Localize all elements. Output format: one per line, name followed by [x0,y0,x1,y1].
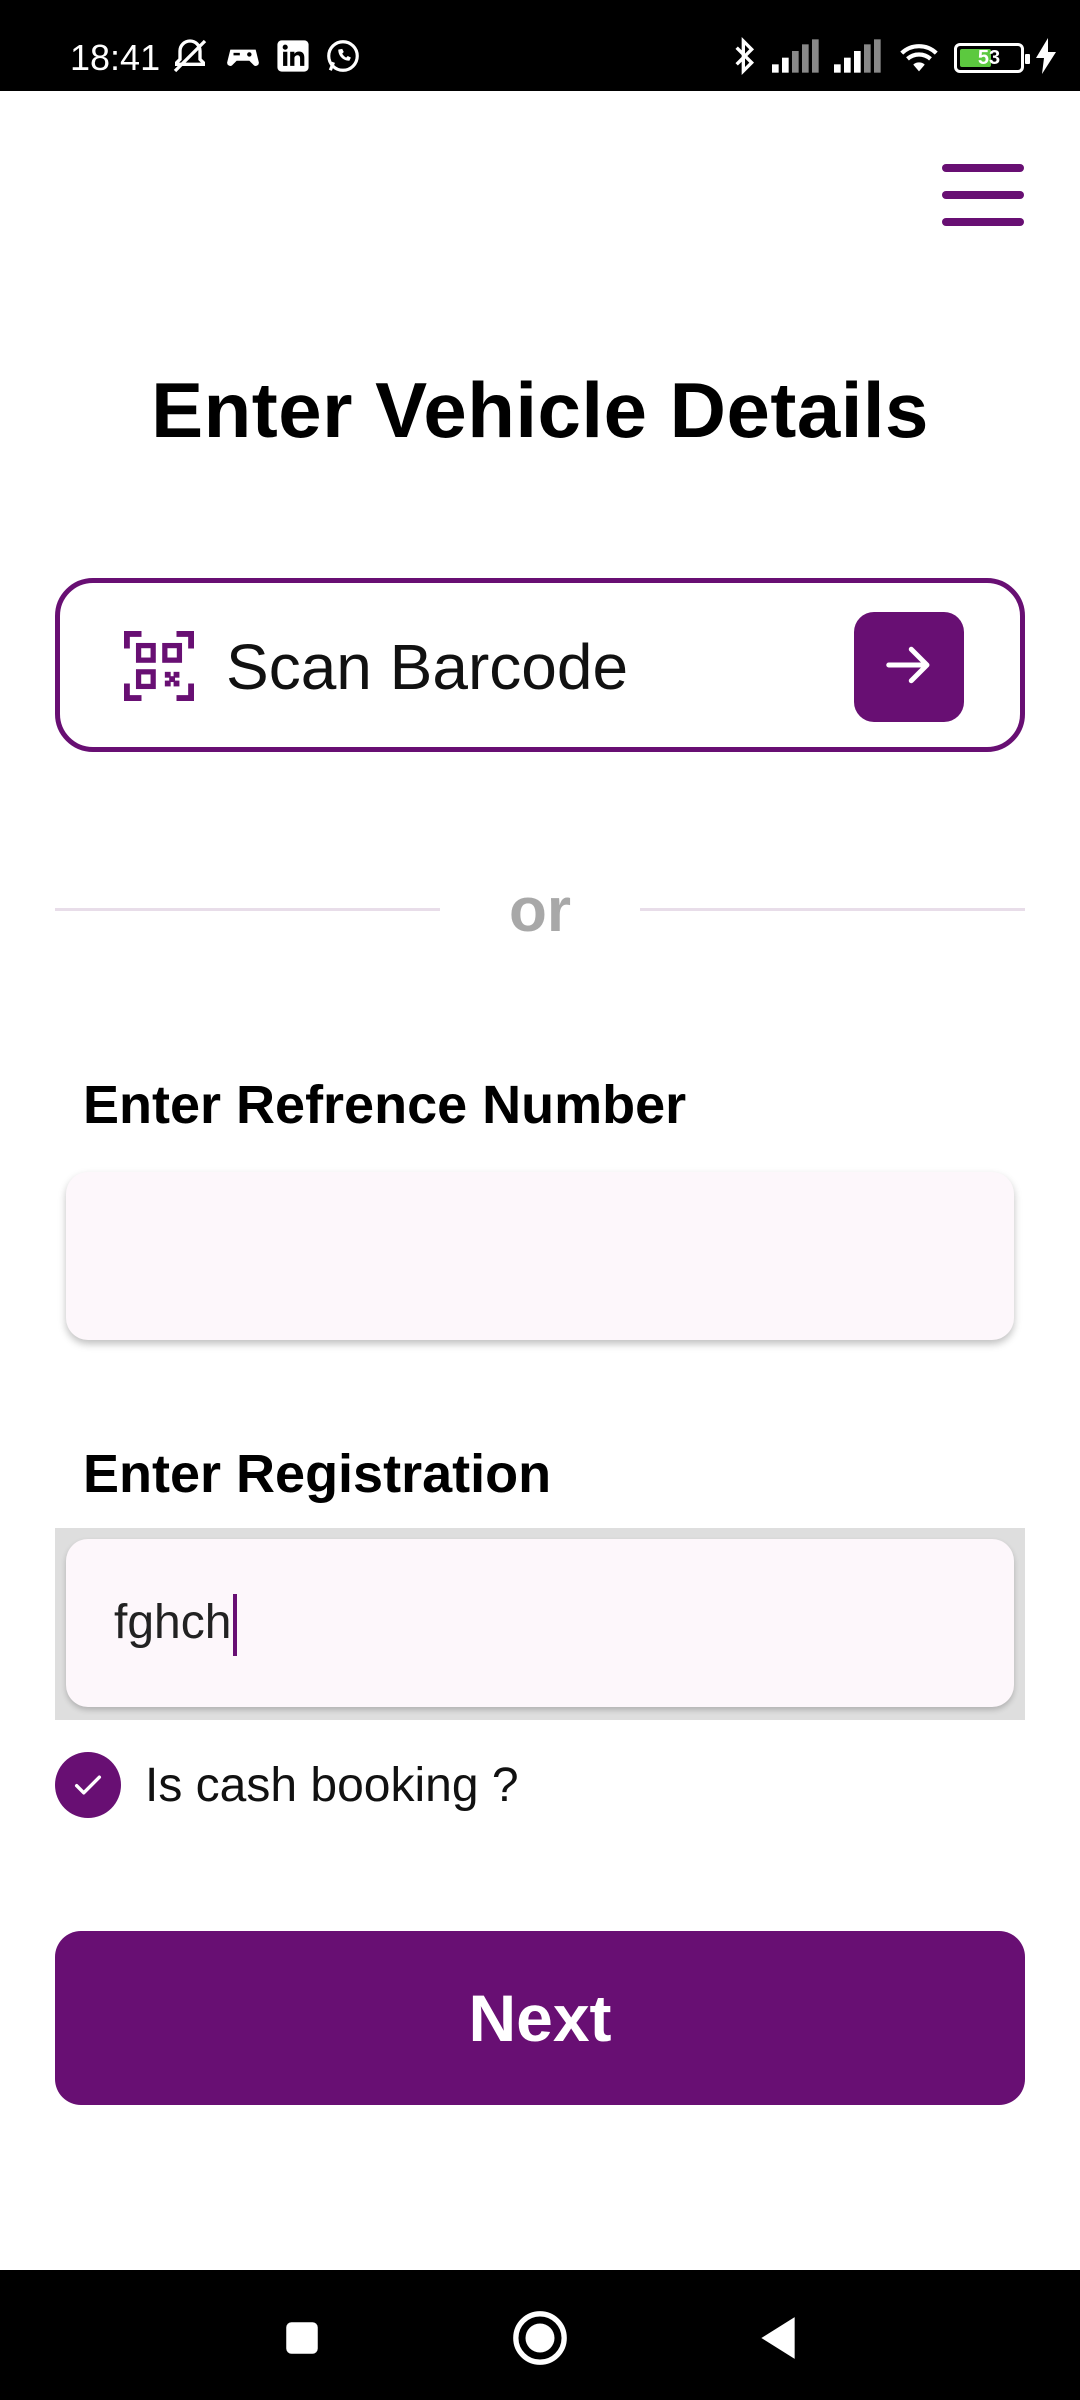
text-cursor [233,1594,238,1657]
divider-right [640,908,1025,911]
charging-icon [1036,37,1056,79]
navigation-bar [0,2270,1080,2400]
back-icon[interactable] [738,2298,818,2378]
battery-level-text: 53 [977,47,1001,69]
status-time: 18:41 [70,37,161,78]
registration-label: Enter Registration [83,1444,552,1504]
recents-icon[interactable] [262,2298,342,2378]
linkedin-icon [276,39,310,78]
notification-icons [170,36,362,80]
arrow-right-icon [882,638,936,697]
reference-number-label: Enter Refrence Number [83,1075,687,1135]
qr-code-icon [124,631,194,701]
cash-booking-checkbox[interactable]: Is cash booking ? [55,1752,519,1818]
muted-alarm-icon [170,36,210,81]
wifi-icon [896,38,942,79]
game-icon [224,37,262,80]
cash-booking-label: Is cash booking ? [145,1758,519,1812]
checkbox-checked-icon[interactable] [55,1752,121,1818]
registration-value: fghch [114,1596,232,1649]
signal-icon [834,38,884,79]
battery-icon: 53 [954,43,1030,73]
bluetooth-icon [730,36,760,81]
scan-barcode-label: Scan Barcode [226,631,629,703]
system-status-icons: 53 [730,36,1056,80]
scan-barcode-arrow-button[interactable] [854,612,964,722]
registration-input[interactable]: fghch [66,1539,1014,1707]
next-button[interactable]: Next [55,1931,1025,2105]
signal-icon [772,38,822,79]
scan-barcode-card[interactable]: Scan Barcode [55,578,1025,752]
hamburger-menu-icon[interactable] [938,160,1028,230]
whatsapp-icon [324,37,362,80]
home-icon[interactable] [500,2298,580,2378]
or-separator: or [509,876,571,945]
divider-left [55,908,440,911]
page-title: Enter Vehicle Details [151,366,929,454]
status-bar: 18:41 53 [0,0,1080,91]
registration-field-focus: fghch [55,1528,1025,1720]
reference-number-input[interactable] [66,1172,1014,1340]
